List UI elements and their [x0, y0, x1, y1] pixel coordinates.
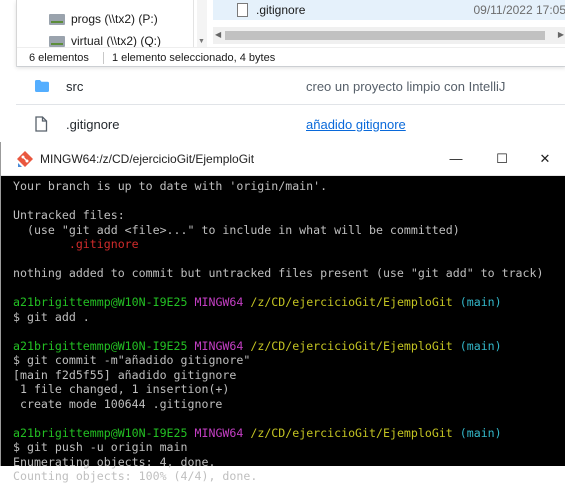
scrollbar-thumb[interactable]: [225, 31, 545, 40]
minimize-button[interactable]: —: [433, 142, 479, 175]
drive-label: virtual (\\tx2) (Q:): [71, 34, 162, 47]
drive-label: progs (\\tx2) (P:): [71, 12, 158, 26]
status-divider: [102, 51, 104, 64]
file-modified-date: 09/11/2022 17:05: [473, 3, 565, 17]
file-icon: [34, 116, 50, 132]
terminal-line: a21brigittemmp@W10N-I9E25 MINGW64 /z/CD/…: [13, 339, 565, 354]
terminal-line: $ git add .: [13, 310, 565, 325]
terminal-line: [main f2d5f55] añadido gitignore: [13, 368, 565, 383]
explorer-status-bar: 6 elementos 1 elemento seleccionado, 4 b…: [17, 47, 565, 67]
terminal-line: .gitignore: [13, 237, 565, 252]
file-row-gitignore[interactable]: .gitignore 09/11/2022 17:05: [213, 0, 565, 20]
commit-message[interactable]: creo un proyecto limpio con IntelliJ: [306, 79, 505, 94]
file-name: .gitignore: [256, 3, 306, 17]
scroll-right-arrow-icon[interactable]: ▶: [558, 30, 564, 39]
network-drive-icon: [49, 13, 65, 25]
file-icon: [237, 3, 248, 17]
git-bash-terminal-window[interactable]: MINGW64:/z/CD/ejercicioGit/EjemploGit — …: [0, 142, 565, 483]
terminal-title: MINGW64:/z/CD/ejercicioGit/EjemploGit: [40, 151, 255, 166]
terminal-text-cyan: (main): [459, 425, 502, 440]
terminal-text-cyan: (main): [459, 338, 502, 353]
nav-drive-virtual[interactable]: virtual (\\tx2) (Q:): [49, 32, 161, 47]
terminal-text: Counting objects: 100% (4/4), done.: [13, 469, 258, 483]
repo-file-name[interactable]: src: [66, 79, 306, 94]
terminal-line: $ git push -u origin main: [13, 440, 565, 455]
terminal-text-magenta: MINGW64: [194, 295, 244, 309]
terminal-line: a21brigittemmp@W10N-I9E25 MINGW64 /z/CD/…: [13, 426, 565, 441]
terminal-text: $ git commit -m"añadido gitignore": [13, 353, 251, 367]
terminal-line: Counting objects: 100% (4/4), done.: [13, 469, 565, 484]
terminal-line: Your branch is up to date with 'origin/m…: [13, 179, 565, 194]
repo-file-name[interactable]: .gitignore: [66, 117, 306, 132]
terminal-text-magenta: MINGW64: [194, 425, 244, 440]
commit-message-link[interactable]: añadido gitignore: [306, 117, 406, 132]
terminal-text: $ git push -u origin main: [13, 440, 188, 454]
terminal-text-yellow: /z/CD/ejercicioGit/EjemploGit: [250, 295, 453, 309]
terminal-text-green: a21brigittemmp@W10N-I9E25: [13, 425, 188, 440]
terminal-text-yellow: /z/CD/ejercicioGit/EjemploGit: [250, 425, 453, 440]
terminal-text-green: a21brigittemmp@W10N-I9E25: [13, 338, 188, 353]
terminal-line: create mode 100644 .gitignore: [13, 397, 565, 412]
git-bash-icon: [16, 150, 34, 168]
terminal-text: create mode 100644 .gitignore: [13, 396, 223, 411]
terminal-text-green: a21brigittemmp@W10N-I9E25: [13, 295, 188, 309]
terminal-text: Your branch is up to date with 'origin/m…: [13, 179, 328, 193]
network-drive-icon: [49, 35, 65, 47]
repo-file-row-src[interactable]: src creo un proyecto limpio con IntelliJ: [16, 66, 565, 105]
close-button[interactable]: ✕: [525, 142, 565, 175]
repo-file-row-gitignore[interactable]: .gitignore añadido gitignore: [16, 104, 565, 143]
nav-drive-progs[interactable]: progs (\\tx2) (P:): [49, 10, 158, 28]
terminal-text: [main f2d5f55] añadido gitignore: [13, 367, 237, 382]
folder-icon: [34, 79, 50, 93]
terminal-line: nothing added to commit but untracked fi…: [13, 266, 565, 281]
selection-info: 1 elemento seleccionado, 4 bytes: [111, 51, 276, 64]
file-explorer-window: progs (\\tx2) (P:) virtual (\\tx2) (Q:) …: [16, 0, 565, 66]
terminal-text-cyan: (main): [459, 295, 502, 309]
terminal-line: Untracked files:: [13, 208, 565, 223]
scroll-left-arrow-icon[interactable]: ◀: [215, 30, 221, 39]
terminal-line: (use "git add <file>..." to include in w…: [13, 223, 565, 238]
terminal-text-yellow: /z/CD/ejercicioGit/EjemploGit: [250, 338, 453, 353]
maximize-button[interactable]: ☐: [479, 142, 525, 175]
terminal-text: 1 file changed, 1 insertion(+): [13, 382, 230, 396]
terminal-text: $ git add .: [13, 309, 90, 324]
navigation-pane: progs (\\tx2) (P:) virtual (\\tx2) (Q:): [17, 0, 194, 47]
terminal-text-magenta: MINGW64: [194, 338, 244, 353]
terminal-text: nothing added to commit but untracked fi…: [13, 266, 544, 280]
horizontal-scrollbar[interactable]: ◀ ▶: [213, 27, 565, 44]
terminal-text: Untracked files:: [13, 208, 125, 222]
item-count: 6 elementos: [29, 51, 89, 64]
scroll-down-arrow-icon[interactable]: ▼: [198, 38, 205, 45]
terminal-line: 1 file changed, 1 insertion(+): [13, 382, 565, 397]
nav-pane-scrollbar[interactable]: ▼: [197, 0, 207, 47]
terminal-text: (use "git add <file>..." to include in w…: [13, 222, 460, 237]
terminal-output[interactable]: Your branch is up to date with 'origin/m…: [1, 176, 565, 484]
terminal-text-red: .gitignore: [68, 237, 139, 251]
terminal-line: Enumerating objects: 4, done.: [13, 455, 565, 470]
terminal-text: Enumerating objects: 4, done.: [13, 454, 216, 469]
terminal-line: $ git commit -m"añadido gitignore": [13, 353, 565, 368]
terminal-title-bar[interactable]: MINGW64:/z/CD/ejercicioGit/EjemploGit — …: [1, 142, 565, 176]
terminal-line: a21brigittemmp@W10N-I9E25 MINGW64 /z/CD/…: [13, 295, 565, 310]
